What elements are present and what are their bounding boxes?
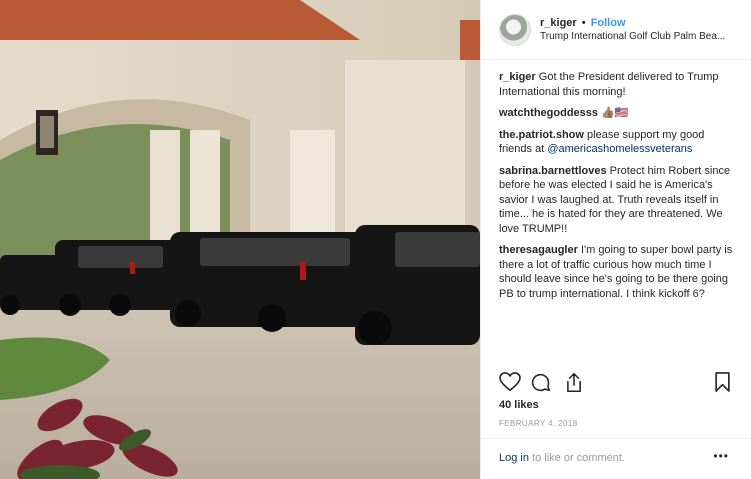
comments-list[interactable]: r_kiger Got the President delivered to T… <box>481 60 751 362</box>
post-header: r_kiger • Follow Trump International Gol… <box>481 0 751 60</box>
comment-icon[interactable] <box>530 372 551 393</box>
comment-mention-link[interactable]: @americashomelessveterans <box>547 143 692 155</box>
login-prompt: Log in to like or comment. <box>499 452 625 464</box>
post-date[interactable]: FEBRUARY 4, 2018 <box>499 419 578 428</box>
comment-username[interactable]: r_kiger <box>499 71 536 83</box>
header-text: r_kiger • Follow Trump International Gol… <box>540 16 730 44</box>
comment-text: 👍🏽🇺🇸 <box>601 107 629 119</box>
comment-item: the.patriot.show please support my good … <box>499 128 735 157</box>
likes-count[interactable]: 40 likes <box>499 399 539 411</box>
comment-username[interactable]: theresagaugler <box>499 244 578 256</box>
post-side-panel: r_kiger • Follow Trump International Gol… <box>480 0 751 479</box>
comment-item: sabrina.barnettloves Protect him Robert … <box>499 164 735 237</box>
bookmark-icon[interactable] <box>714 372 731 392</box>
comment-item: r_kiger Got the President delivered to T… <box>499 70 735 99</box>
divider <box>481 438 751 439</box>
photo-illustration <box>0 0 480 479</box>
post-photo[interactable] <box>0 0 480 479</box>
comment-username[interactable]: watchthegoddesss <box>499 107 598 119</box>
more-options-icon[interactable]: ••• <box>713 449 729 463</box>
instagram-post: r_kiger • Follow Trump International Gol… <box>0 0 751 479</box>
share-icon[interactable] <box>564 372 584 393</box>
comment-item: theresagaugler I'm going to super bowl p… <box>499 243 735 301</box>
location-link[interactable]: Trump International Golf Club Palm Bea..… <box>540 30 730 44</box>
header-username[interactable]: r_kiger <box>540 17 577 29</box>
login-prompt-text: to like or comment. <box>528 452 625 464</box>
follow-button[interactable]: Follow <box>591 17 626 29</box>
comment-username[interactable]: sabrina.barnettloves <box>499 165 607 177</box>
comment-username[interactable]: the.patriot.show <box>499 129 584 141</box>
action-bar <box>499 372 731 394</box>
heart-icon[interactable] <box>499 372 521 392</box>
login-link[interactable]: Log in <box>499 452 529 464</box>
header-separator: • <box>581 16 586 29</box>
comment-item: watchthegoddesss 👍🏽🇺🇸 <box>499 106 735 121</box>
avatar[interactable] <box>499 13 531 46</box>
